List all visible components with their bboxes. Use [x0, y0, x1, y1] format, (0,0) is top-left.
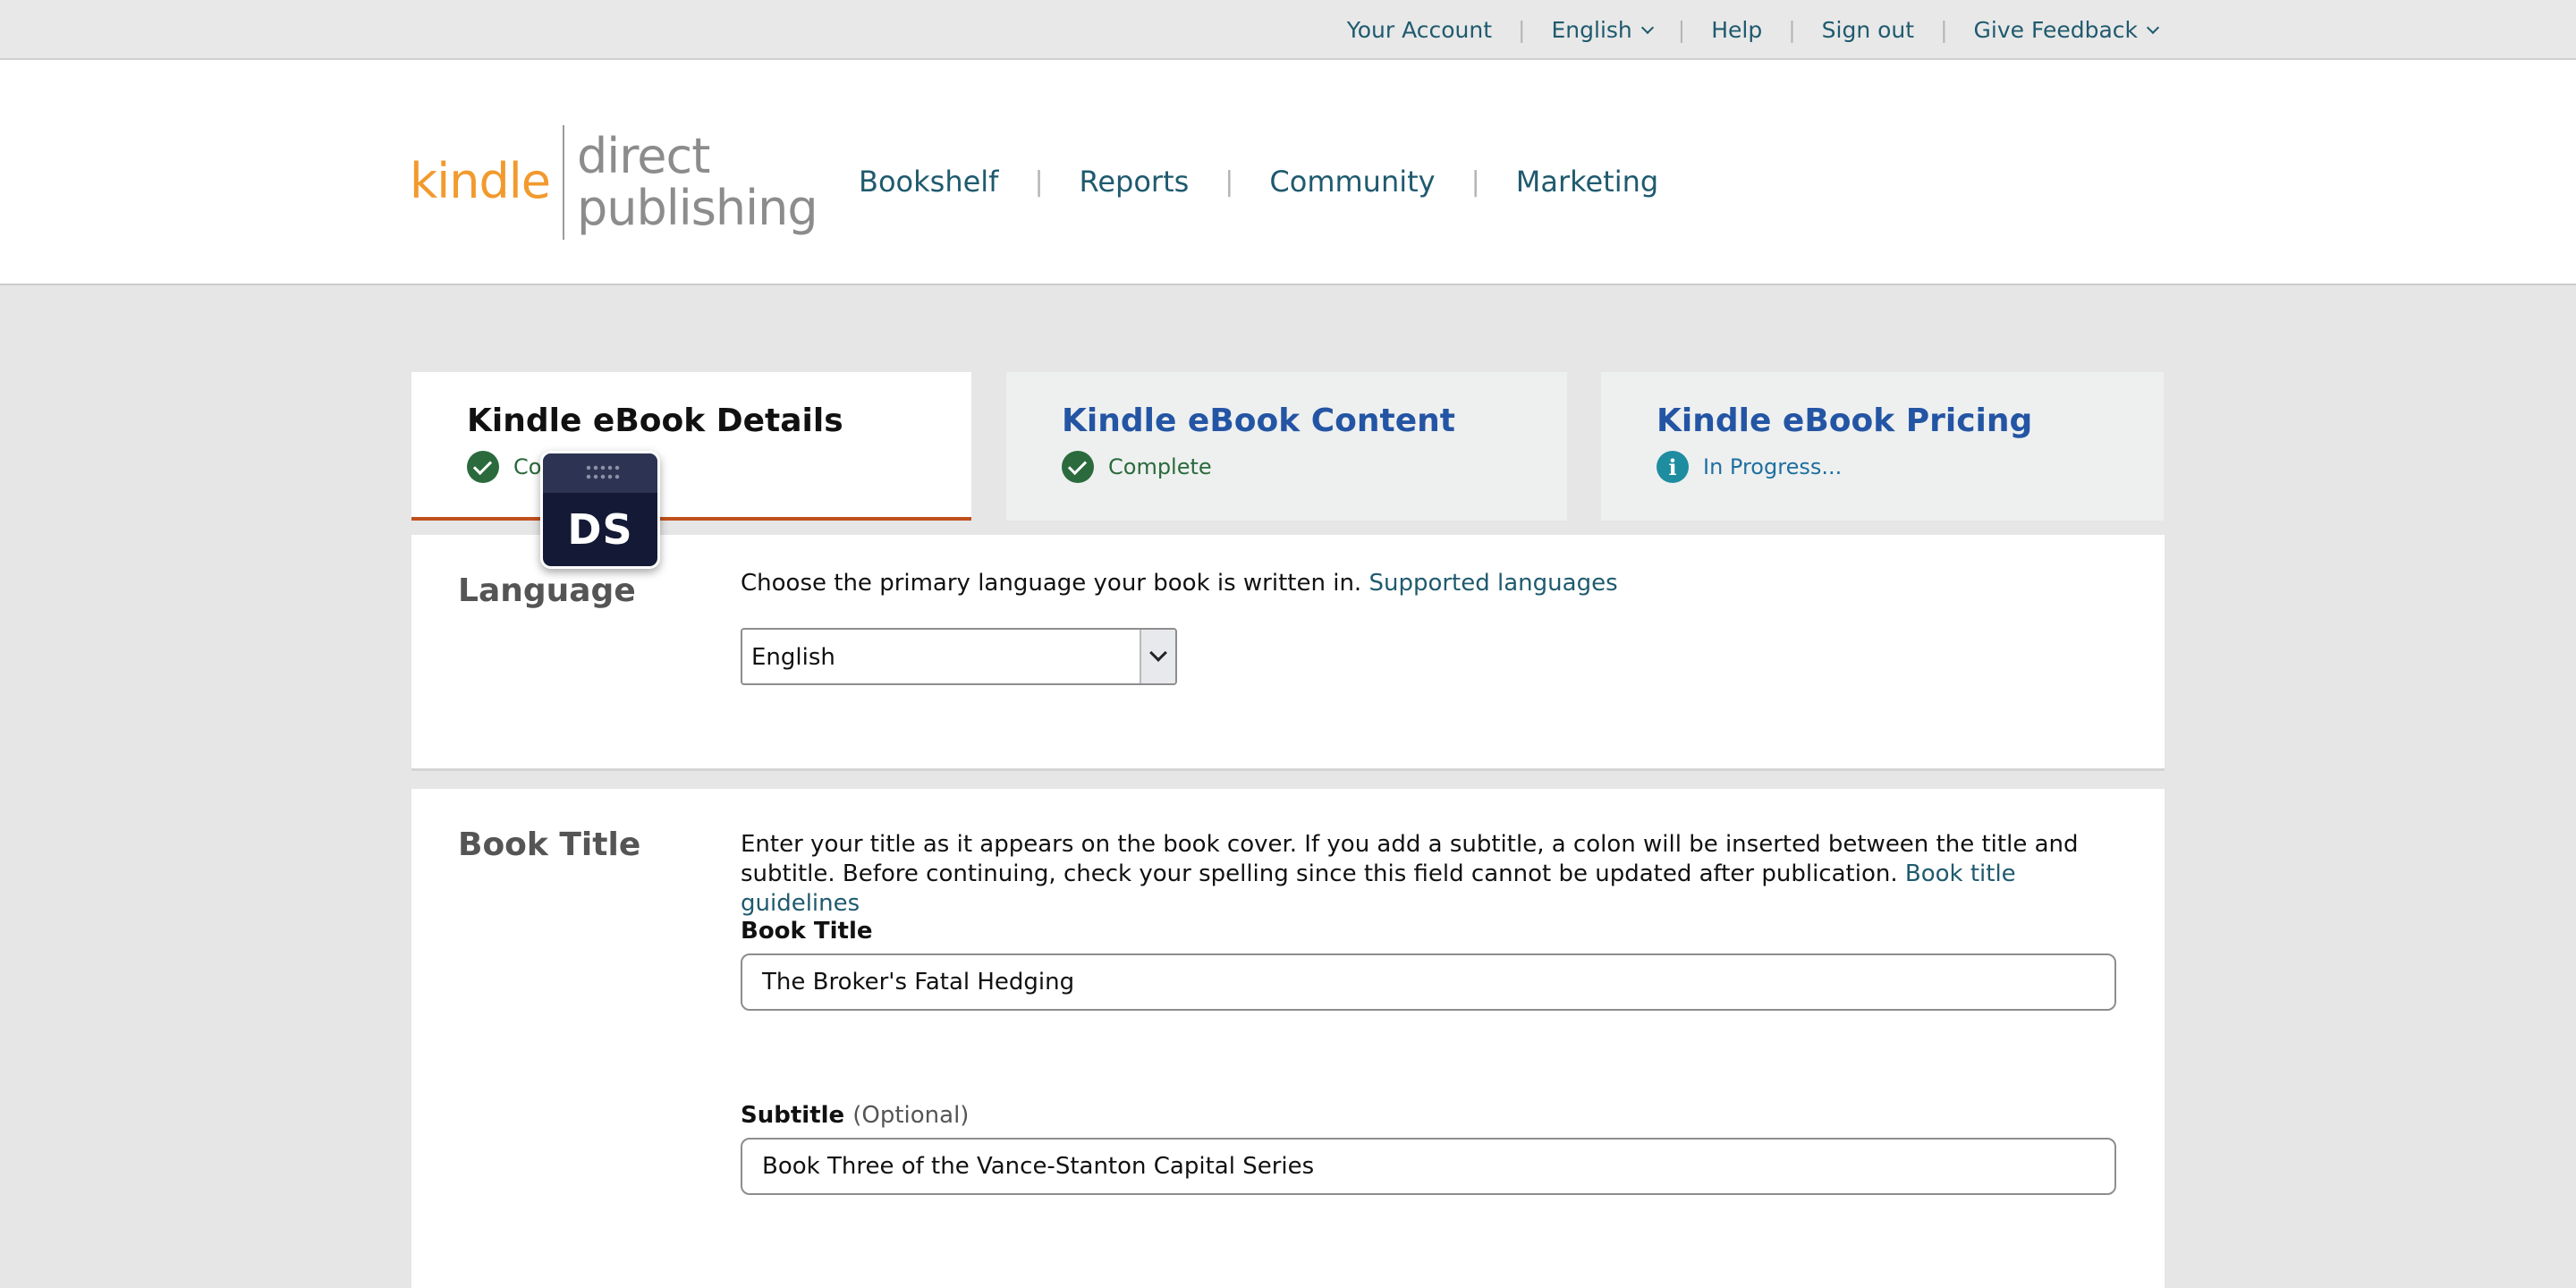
site-header: kindle direct publishing Bookshelf | Rep…: [0, 60, 2576, 285]
grip-dots-icon: [585, 463, 621, 481]
selected-language: English: [751, 644, 835, 671]
give-feedback-label: Give Feedback: [1973, 17, 2139, 43]
separator: |: [1470, 165, 1480, 198]
kdp-logo[interactable]: kindle direct publishing: [410, 124, 818, 241]
account-nav: Your Account | English | Help | Sign out…: [1347, 0, 2160, 60]
ds-floating-widget[interactable]: DS: [540, 451, 660, 569]
status-text: In Progress...: [1703, 454, 1843, 479]
check-circle-icon: [467, 451, 499, 483]
separator: |: [1224, 165, 1234, 198]
check-circle-icon: [1062, 451, 1094, 483]
tab-status: i In Progress...: [1657, 451, 1842, 483]
language-section: Language Choose the primary language you…: [411, 535, 2165, 771]
separator: |: [1518, 17, 1526, 43]
tab-ebook-content[interactable]: Kindle eBook Content Complete: [1006, 372, 1567, 521]
chevron-down-icon: [2146, 21, 2160, 34]
subtitle-label-text: Subtitle: [741, 1102, 845, 1129]
tab-status: Complete: [1062, 451, 1212, 483]
widget-label: DS: [567, 505, 633, 554]
supported-languages-link[interactable]: Supported languages: [1368, 570, 1617, 597]
language-select[interactable]: English: [741, 628, 1177, 685]
nav-reports[interactable]: Reports: [1080, 165, 1190, 199]
section-help: Choose the primary language your book is…: [741, 569, 1618, 598]
tab-ebook-pricing[interactable]: Kindle eBook Pricing i In Progress...: [1601, 372, 2164, 521]
separator: |: [1677, 17, 1686, 43]
top-utility-bar: Your Account | English | Help | Sign out…: [0, 0, 2576, 60]
language-menu-label: English: [1551, 17, 1632, 43]
help-text: Choose the primary language your book is…: [741, 570, 1362, 597]
subtitle-input[interactable]: [741, 1138, 2116, 1195]
book-title-section: Book Title Enter your title as it appear…: [411, 789, 2165, 1288]
your-account-link[interactable]: Your Account: [1347, 17, 1492, 43]
book-title-label: Book Title: [741, 918, 873, 945]
sign-out-link[interactable]: Sign out: [1822, 17, 1914, 43]
separator: |: [1788, 17, 1796, 43]
separator: |: [1940, 17, 1948, 43]
main-nav: Bookshelf | Reports | Community | Market…: [859, 165, 1658, 199]
nav-marketing[interactable]: Marketing: [1516, 165, 1658, 199]
drag-handle[interactable]: [543, 453, 657, 493]
logo-direct-publishing: direct publishing: [577, 131, 818, 234]
help-text: Enter your title as it appears on the bo…: [741, 831, 2079, 887]
nav-community[interactable]: Community: [1269, 165, 1435, 199]
chevron-down-icon: [1640, 21, 1654, 34]
logo-divider: [563, 125, 565, 240]
section-help: Enter your title as it appears on the bo…: [741, 830, 2136, 919]
section-label: Language: [458, 572, 636, 609]
language-menu[interactable]: English: [1551, 17, 1654, 43]
separator: |: [1034, 165, 1044, 198]
section-label: Book Title: [458, 826, 641, 863]
give-feedback-menu[interactable]: Give Feedback: [1973, 17, 2160, 43]
book-title-input[interactable]: [741, 953, 2116, 1011]
help-link[interactable]: Help: [1711, 17, 1762, 43]
status-text: Complete: [1108, 454, 1212, 479]
chevron-down-icon[interactable]: [1140, 630, 1175, 683]
logo-publishing-text: publishing: [577, 180, 818, 236]
tab-title: Kindle eBook Content: [1062, 402, 1455, 439]
tab-title: Kindle eBook Pricing: [1657, 402, 2033, 439]
logo-direct-text: direct: [577, 128, 710, 184]
tab-title: Kindle eBook Details: [467, 402, 843, 439]
info-icon: i: [1657, 451, 1689, 483]
logo-kindle-text: kindle: [410, 152, 551, 209]
tab-ebook-details[interactable]: Kindle eBook Details Complete: [411, 372, 971, 521]
subtitle-label: Subtitle (Optional): [741, 1102, 969, 1129]
optional-tag: (Optional): [852, 1102, 970, 1129]
nav-bookshelf[interactable]: Bookshelf: [859, 165, 998, 199]
